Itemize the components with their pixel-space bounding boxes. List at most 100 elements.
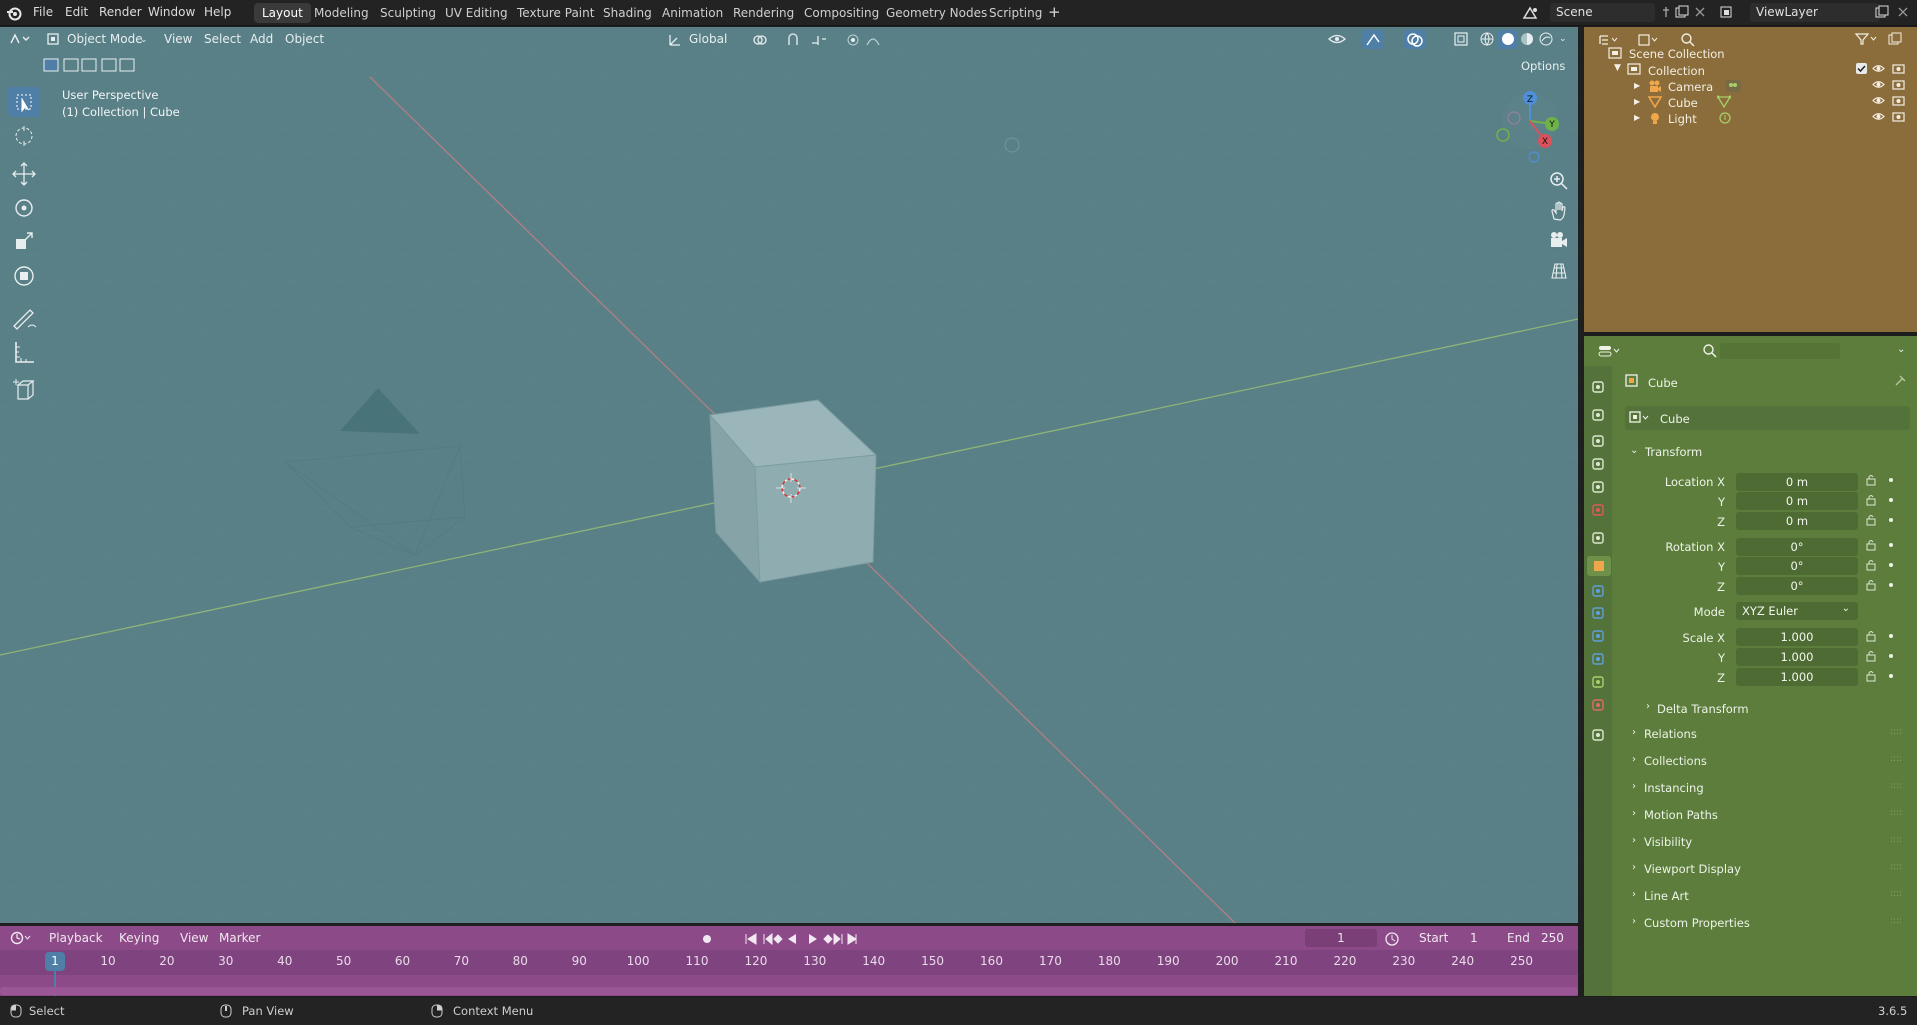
menu-edit[interactable]: Edit bbox=[65, 5, 88, 19]
properties-search-icon[interactable] bbox=[1702, 343, 1718, 359]
end-frame-field[interactable]: 250 bbox=[1541, 931, 1564, 945]
data-tab-icon[interactable] bbox=[1591, 675, 1605, 689]
gizmo-toggle-icon[interactable] bbox=[1362, 30, 1384, 49]
location-z-field[interactable]: 0 m bbox=[1736, 512, 1858, 530]
panel-motion-paths[interactable]: › Motion Paths:::: bbox=[1628, 807, 1910, 827]
rendered-shading-icon[interactable] bbox=[1539, 32, 1553, 46]
falloff-icon[interactable] bbox=[866, 33, 880, 47]
properties-editor-type-icon[interactable] bbox=[1598, 344, 1622, 358]
transform-collapse-icon[interactable]: ⌄ bbox=[1630, 445, 1638, 456]
panel-expand-icon[interactable]: › bbox=[1632, 889, 1636, 900]
measure-tool[interactable] bbox=[8, 337, 40, 367]
keyframe-dot-icon[interactable] bbox=[1888, 582, 1894, 588]
tab-shading[interactable]: Shading bbox=[595, 3, 660, 23]
eye-visibility-icon[interactable] bbox=[1872, 79, 1885, 90]
panel-custom-properties[interactable]: › Custom Properties:::: bbox=[1628, 915, 1910, 935]
outliner-row-light[interactable]: ▶ Light bbox=[1584, 110, 1917, 127]
snap-target-icon[interactable] bbox=[810, 33, 828, 47]
panel-expand-icon[interactable]: › bbox=[1632, 862, 1636, 873]
tab-rendering[interactable]: Rendering bbox=[725, 3, 802, 23]
properties-search-field[interactable] bbox=[1720, 343, 1840, 359]
scene-tab-icon[interactable] bbox=[1591, 480, 1605, 494]
outliner[interactable]: Scene Collection ▼ Collection ▶ Camera ▶… bbox=[1584, 27, 1917, 332]
timeline-menu-marker[interactable]: Marker bbox=[219, 931, 260, 945]
keyframe-dot-icon[interactable] bbox=[1888, 653, 1894, 659]
timeline-editor[interactable]: Playback Keying View Marker 1 Start 1 En… bbox=[0, 926, 1578, 996]
eye-visibility-icon[interactable] bbox=[1872, 95, 1885, 106]
menu-help[interactable]: Help bbox=[204, 5, 231, 19]
keyframe-dot-icon[interactable] bbox=[1888, 517, 1894, 523]
timeline-menu-view[interactable]: View bbox=[180, 931, 208, 945]
pivot-point-icon[interactable] bbox=[752, 33, 768, 47]
delta-transform-panel[interactable]: Delta Transform bbox=[1657, 702, 1749, 716]
pan-hand-icon[interactable] bbox=[1547, 199, 1571, 223]
object-name-field[interactable]: Cube bbox=[1660, 412, 1690, 426]
rotation-z-field[interactable]: 0° bbox=[1736, 577, 1858, 595]
snap-icon[interactable] bbox=[786, 33, 804, 47]
lock-icon[interactable] bbox=[1865, 579, 1879, 591]
tab-geometry-nodes[interactable]: Geometry Nodes bbox=[878, 3, 995, 23]
rotation-y-field[interactable]: 0° bbox=[1736, 557, 1858, 575]
navigation-gizmo[interactable]: Z Y X bbox=[1490, 85, 1570, 165]
collection-expand-icon[interactable]: ▼ bbox=[1614, 63, 1621, 73]
physics-tab-icon[interactable] bbox=[1591, 629, 1605, 643]
drag-handle-icon[interactable]: :::: bbox=[1890, 835, 1902, 845]
panel-expand-icon[interactable]: › bbox=[1632, 916, 1636, 927]
menu-render[interactable]: Render bbox=[99, 5, 142, 19]
outliner-item-label[interactable]: Cube bbox=[1668, 96, 1698, 110]
scale-tool[interactable] bbox=[8, 227, 40, 257]
scale-y-field[interactable]: 1.000 bbox=[1736, 648, 1858, 666]
collection-tab-icon[interactable] bbox=[1591, 531, 1605, 545]
pin-icon[interactable] bbox=[1660, 6, 1672, 18]
visibility-toggle-icon[interactable] bbox=[1328, 32, 1346, 46]
render-camera-icon[interactable] bbox=[1892, 63, 1905, 74]
keyframe-dot-icon[interactable] bbox=[1888, 673, 1894, 679]
lock-icon[interactable] bbox=[1865, 670, 1879, 682]
material-preview-icon[interactable] bbox=[1520, 32, 1534, 46]
new-view-layer-icon[interactable] bbox=[1875, 5, 1889, 19]
constraints-tab-icon[interactable] bbox=[1591, 652, 1605, 666]
tab-animation[interactable]: Animation bbox=[654, 3, 731, 23]
keyframe-dot-icon[interactable] bbox=[1888, 633, 1894, 639]
tab-modeling[interactable]: Modeling bbox=[306, 3, 377, 23]
collection-checkbox[interactable] bbox=[1856, 63, 1867, 74]
tab-uv-editing[interactable]: UV Editing bbox=[437, 3, 516, 23]
rotation-mode-dropdown[interactable]: XYZ Euler ⌄ bbox=[1736, 602, 1858, 620]
zoom-icon[interactable] bbox=[1547, 169, 1571, 193]
outliner-search-icon[interactable] bbox=[1680, 32, 1696, 48]
drag-handle-icon[interactable]: :::: bbox=[1890, 808, 1902, 818]
editor-type-icon[interactable] bbox=[9, 32, 31, 46]
selection-mode-buttons[interactable] bbox=[42, 57, 138, 73]
panel-line-art[interactable]: › Line Art:::: bbox=[1628, 888, 1910, 908]
lock-icon[interactable] bbox=[1865, 474, 1879, 486]
drag-handle-icon[interactable]: :::: bbox=[1890, 781, 1902, 791]
shading-dropdown-icon[interactable]: ⌄ bbox=[1559, 34, 1567, 44]
eye-visibility-icon[interactable] bbox=[1872, 111, 1885, 122]
view-layer-icon[interactable] bbox=[1720, 5, 1738, 19]
timeline-editor-type-icon[interactable] bbox=[10, 931, 32, 945]
expand-arrow-icon[interactable]: ▶ bbox=[1634, 97, 1640, 106]
keyframe-dot-icon[interactable] bbox=[1888, 497, 1894, 503]
delete-scene-icon[interactable] bbox=[1694, 6, 1706, 18]
new-scene-icon[interactable] bbox=[1675, 5, 1689, 19]
current-frame-field[interactable]: 1 bbox=[1305, 929, 1377, 947]
playback-controls[interactable] bbox=[743, 931, 857, 947]
scale-z-field[interactable]: 1.000 bbox=[1736, 668, 1858, 686]
playhead[interactable]: 1 bbox=[45, 952, 65, 971]
outliner-row-cube[interactable]: ▶ Cube bbox=[1584, 94, 1917, 111]
tab-compositing[interactable]: Compositing bbox=[796, 3, 887, 23]
scale-x-field[interactable]: 1.000 bbox=[1736, 628, 1858, 646]
outliner-item-label[interactable]: Light bbox=[1668, 112, 1697, 126]
timeline-scrollbar[interactable] bbox=[0, 987, 1578, 995]
tab-sculpting[interactable]: Sculpting bbox=[372, 3, 444, 23]
mode-selector[interactable]: Object Mode bbox=[67, 32, 143, 46]
add-workspace-button[interactable]: + bbox=[1048, 3, 1061, 21]
menu-window[interactable]: Window bbox=[148, 5, 195, 19]
solid-shading-icon[interactable] bbox=[1498, 30, 1518, 49]
wireframe-shading-icon[interactable] bbox=[1480, 32, 1494, 46]
orientation-selector[interactable]: Global bbox=[689, 32, 727, 46]
modifiers-tab-icon[interactable] bbox=[1591, 584, 1605, 598]
panel-viewport-display[interactable]: › Viewport Display:::: bbox=[1628, 861, 1910, 881]
drag-handle-icon[interactable]: :::: bbox=[1890, 916, 1902, 926]
panel-collections[interactable]: › Collections:::: bbox=[1628, 753, 1910, 773]
